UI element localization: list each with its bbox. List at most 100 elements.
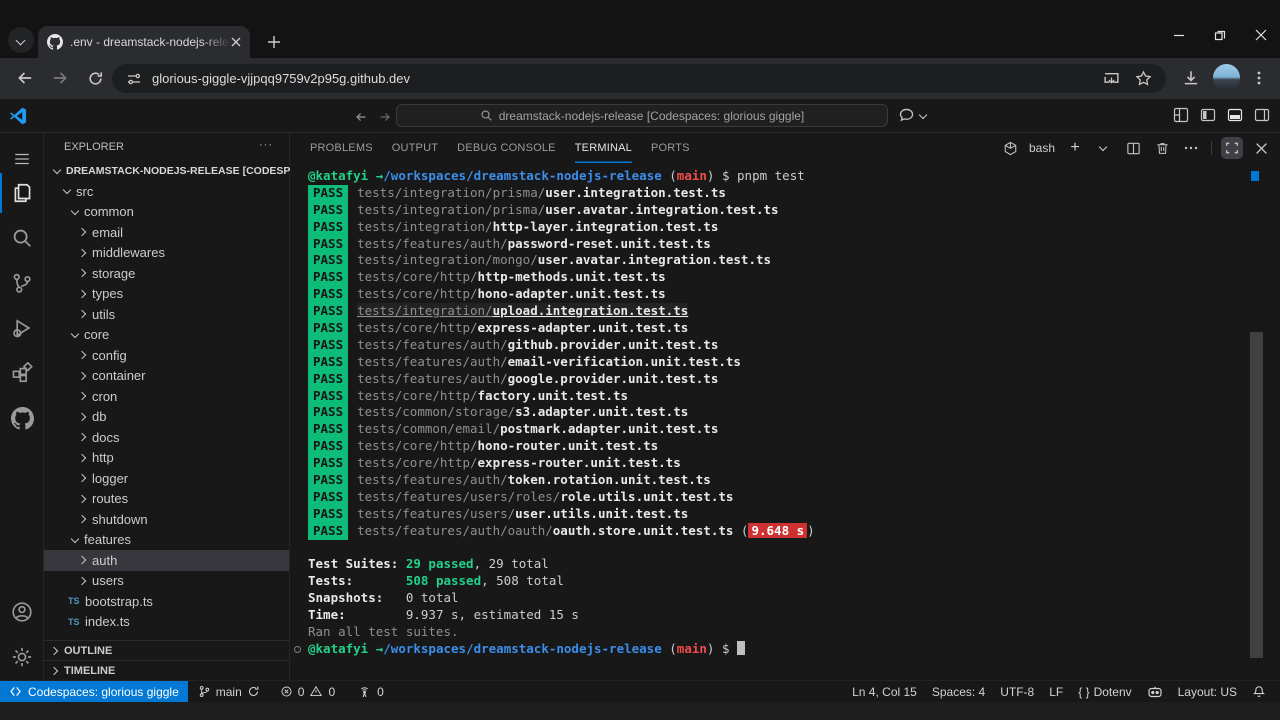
- tree-item-cron[interactable]: cron: [44, 386, 289, 407]
- pass-badge: PASS: [308, 286, 348, 303]
- tab-close-icon[interactable]: [231, 37, 241, 47]
- test-file[interactable]: upload.integration.test.ts: [493, 303, 689, 318]
- download-icon[interactable]: [1180, 67, 1202, 89]
- tab-search-button[interactable]: [8, 27, 34, 53]
- terminal-dropdown-icon[interactable]: [1093, 137, 1115, 159]
- reload-icon[interactable]: [84, 67, 106, 89]
- tree-item-utils[interactable]: utils: [44, 304, 289, 325]
- tree-item-auth[interactable]: auth: [44, 550, 289, 571]
- address-bar[interactable]: glorious-giggle-vjjpqq9759v2p95g.github.…: [112, 64, 1166, 93]
- back-icon[interactable]: [14, 67, 36, 89]
- tree-item-src[interactable]: src: [44, 181, 289, 202]
- search-view-icon[interactable]: [0, 218, 44, 258]
- outline-section[interactable]: OUTLINE: [44, 640, 289, 660]
- minimize-icon[interactable]: [1172, 28, 1186, 42]
- more-actions-icon[interactable]: ···: [259, 139, 273, 151]
- close-panel-icon[interactable]: [1250, 137, 1272, 159]
- branch-status[interactable]: main: [192, 681, 266, 703]
- tree-item-container[interactable]: container: [44, 366, 289, 387]
- restore-icon[interactable]: [1213, 28, 1227, 42]
- account-icon[interactable]: [0, 592, 44, 632]
- command-center-search[interactable]: dreamstack-nodejs-release [Codespaces: g…: [396, 104, 888, 127]
- panel-more-actions-icon[interactable]: [1180, 137, 1202, 159]
- tree-item-common[interactable]: common: [44, 202, 289, 223]
- new-tab-button[interactable]: [261, 29, 287, 55]
- kill-terminal-trash-icon[interactable]: [1151, 137, 1173, 159]
- copilot-status[interactable]: [1143, 681, 1167, 703]
- tree-item-users[interactable]: users: [44, 571, 289, 592]
- timeline-section[interactable]: TIMELINE: [44, 660, 289, 680]
- explorer-view-icon[interactable]: [0, 173, 44, 213]
- command-decoration-icon[interactable]: [294, 646, 301, 653]
- tree-item-logger[interactable]: logger: [44, 468, 289, 489]
- toggle-primary-sidebar-icon[interactable]: [1200, 107, 1216, 123]
- bookmark-star-icon[interactable]: [1135, 70, 1152, 87]
- tree-item-email[interactable]: email: [44, 222, 289, 243]
- language-mode[interactable]: { } Dotenv: [1074, 681, 1135, 703]
- notifications-bell[interactable]: [1248, 681, 1270, 703]
- cursor-position[interactable]: Ln 4, Col 15: [848, 681, 921, 703]
- terminal-scrollbar-thumb[interactable]: [1250, 332, 1263, 658]
- tree-root[interactable]: DREAMSTACK-NODEJS-RELEASE [CODESPA...: [44, 160, 289, 181]
- terminal[interactable]: @katafyi →/workspaces/dreamstack-nodejs-…: [290, 163, 1264, 680]
- toggle-secondary-sidebar-icon[interactable]: [1254, 107, 1270, 123]
- tree-item-config[interactable]: config: [44, 345, 289, 366]
- tree-item-routes[interactable]: routes: [44, 489, 289, 510]
- panel-tab-problems[interactable]: PROBLEMS: [310, 133, 373, 163]
- shell-label[interactable]: bash: [1029, 141, 1055, 155]
- tree-item-http[interactable]: http: [44, 448, 289, 469]
- explorer-title: EXPLORER: [64, 141, 124, 153]
- pass-badge: PASS: [308, 202, 348, 219]
- test-result-line: PASStests/integration/http-layer.integra…: [290, 219, 1264, 236]
- extensions-view-icon[interactable]: [0, 353, 44, 393]
- test-dir[interactable]: tests/integration/: [357, 303, 492, 318]
- new-terminal-icon[interactable]: +: [1064, 137, 1086, 159]
- install-app-icon[interactable]: [1103, 70, 1120, 87]
- profile-avatar[interactable]: [1213, 64, 1240, 91]
- source-control-view-icon[interactable]: [0, 263, 44, 303]
- browser-tab[interactable]: .env - dreamstack-nodejs-relea: [38, 26, 250, 58]
- browser-menu-kebab-icon[interactable]: [1248, 67, 1270, 89]
- window-controls: [1172, 28, 1268, 42]
- split-terminal-icon[interactable]: [1122, 137, 1144, 159]
- remote-indicator[interactable]: Codespaces: glorious giggle: [0, 681, 188, 703]
- encoding[interactable]: UTF-8: [996, 681, 1038, 703]
- run-debug-view-icon[interactable]: [0, 308, 44, 348]
- test-dir: tests/features/auth/oauth/: [357, 523, 553, 538]
- ports-status[interactable]: 0: [351, 681, 390, 703]
- panel-tab-ports[interactable]: PORTS: [651, 133, 690, 163]
- forward-icon[interactable]: [49, 67, 71, 89]
- eol-sequence[interactable]: LF: [1045, 681, 1067, 703]
- summary-line: Tests: 508 passed, 508 total: [290, 573, 1264, 590]
- indentation[interactable]: Spaces: 4: [928, 681, 989, 703]
- panel-tab-debug-console[interactable]: DEBUG CONSOLE: [457, 133, 556, 163]
- tree-item-features[interactable]: features: [44, 530, 289, 551]
- settings-gear-icon[interactable]: [0, 637, 44, 677]
- maximize-panel-icon[interactable]: [1221, 137, 1243, 159]
- tree-item-docs[interactable]: docs: [44, 427, 289, 448]
- tree-item-middlewares[interactable]: middlewares: [44, 243, 289, 264]
- twisty-collapsed-icon: [48, 663, 64, 679]
- nav-forward-icon[interactable]: [376, 108, 394, 126]
- test-dir: tests/features/auth/: [357, 472, 508, 487]
- close-window-icon[interactable]: [1254, 28, 1268, 42]
- tree-item-shutdown[interactable]: shutdown: [44, 509, 289, 530]
- keyboard-layout[interactable]: Layout: US: [1174, 681, 1241, 703]
- tree-item-core[interactable]: core: [44, 325, 289, 346]
- nav-back-icon[interactable]: [352, 108, 370, 126]
- panel-tab-output[interactable]: OUTPUT: [392, 133, 438, 163]
- test-file: user.integration.test.ts: [545, 185, 726, 200]
- toggle-panel-icon[interactable]: [1227, 107, 1243, 123]
- tree-item-bootstrap.ts[interactable]: TSbootstrap.ts: [44, 591, 289, 612]
- tree-item-storage[interactable]: storage: [44, 263, 289, 284]
- test-result-line: PASStests/core/http/express-router.unit.…: [290, 455, 1264, 472]
- panel-tab-terminal[interactable]: TERMINAL: [575, 133, 632, 163]
- site-info-icon[interactable]: [126, 71, 142, 87]
- tree-item-types[interactable]: types: [44, 284, 289, 305]
- customize-layout-icon[interactable]: [1173, 107, 1189, 123]
- problems-status[interactable]: 0 0: [274, 681, 341, 703]
- copilot-menu[interactable]: [898, 107, 929, 124]
- tree-item-db[interactable]: db: [44, 407, 289, 428]
- tree-item-index.ts[interactable]: TSindex.ts: [44, 612, 289, 633]
- github-remote-view-icon[interactable]: [0, 398, 44, 438]
